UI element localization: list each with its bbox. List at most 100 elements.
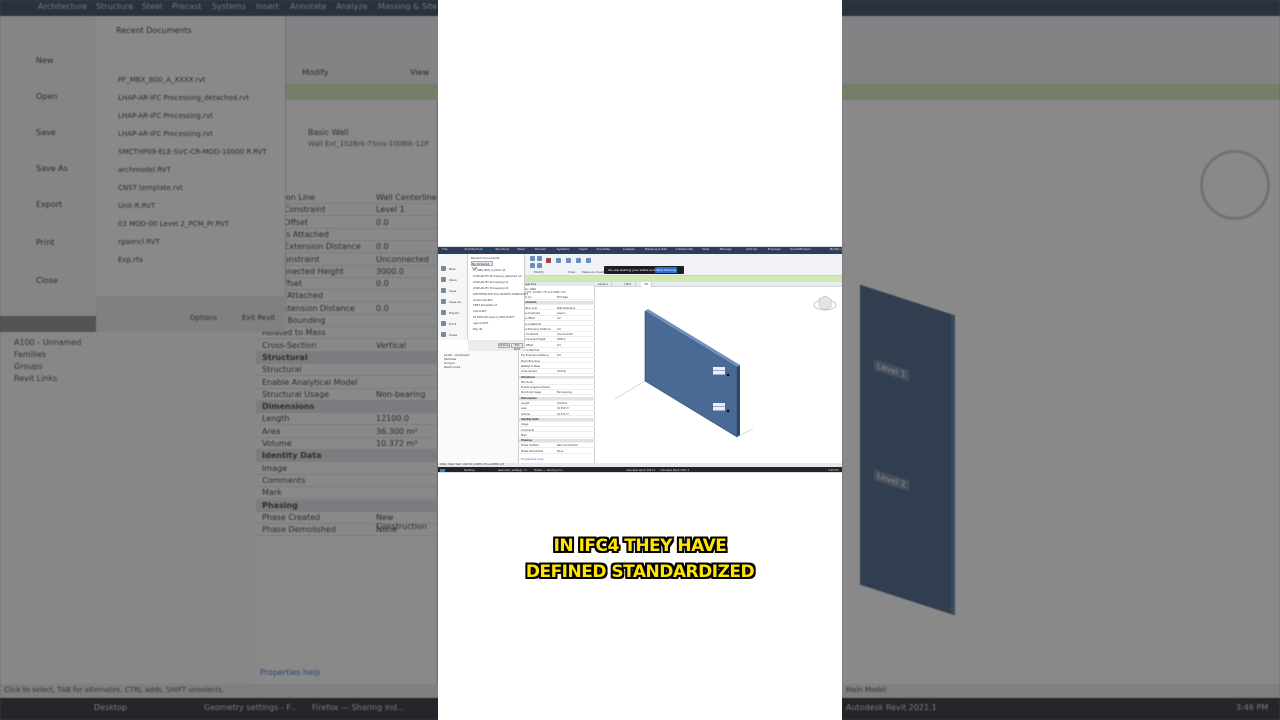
property-row[interactable]: Top Offset 0.0 [519, 344, 596, 348]
align-icon[interactable] [537, 263, 542, 268]
3d-view[interactable]: Level 1 {3D} 3D [595, 282, 842, 463]
recent-file-item[interactable]: rgaoncl.RVT [473, 322, 488, 325]
recent-file-item[interactable]: LHAP-AR-IFC Processing_detached.rvt [473, 275, 522, 278]
file-menu-item-export[interactable]: Export [440, 308, 466, 317]
ribbon-tab[interactable]: Steel [517, 247, 525, 251]
ribbon-tab[interactable]: View [702, 247, 709, 251]
ribbon-tab[interactable]: Add-Ins [746, 247, 757, 251]
property-row[interactable]: Phase Demolished None [519, 450, 596, 454]
property-value[interactable]: 12100.0 [557, 402, 567, 405]
taskbar-item[interactable]: Autodesk Revit 2021.1 [626, 469, 655, 472]
property-row[interactable]: Area 36.300 m² [519, 407, 596, 412]
ribbon-tab[interactable]: Precast [535, 247, 546, 251]
property-row[interactable]: Image [519, 423, 596, 428]
taskbar-item[interactable]: Geometry settings - F... [498, 469, 528, 472]
recent-filter-dropdown[interactable]: By Ordered List [471, 261, 493, 270]
ribbon-tab[interactable]: Collaborate [676, 247, 693, 251]
property-row[interactable]: Enable Analytical Model [519, 386, 596, 390]
property-row[interactable]: Related to Mass [519, 365, 596, 369]
property-row[interactable]: Base Offset 0.0 [519, 317, 596, 322]
property-value[interactable]: Level 1 [557, 312, 566, 315]
ribbon-tab[interactable]: Enscape [768, 247, 781, 251]
move-icon[interactable] [556, 258, 561, 263]
viewcube-icon[interactable] [813, 295, 837, 311]
recent-file-item[interactable]: PF_MBX_B00_A_XXXX.rvt [473, 269, 505, 272]
property-value[interactable]: None [557, 450, 563, 453]
file-menu-item-open[interactable]: Open [440, 275, 466, 284]
property-value[interactable]: 0.0 [557, 328, 561, 331]
property-value[interactable]: New Construction [557, 444, 578, 447]
ribbon-tab[interactable]: Annotate [596, 247, 610, 251]
copy-icon[interactable] [566, 258, 571, 263]
exit-revit-button[interactable]: Exit Revit [511, 343, 523, 351]
property-row[interactable]: Base Extension Distance 0.0 [519, 328, 596, 332]
bg-property-label: Enable Analytical Model [262, 377, 358, 387]
property-row[interactable]: Unconnected Height 3000.0 [519, 338, 596, 343]
property-row[interactable]: Top Extension Distance 0.0 [519, 354, 596, 359]
property-value[interactable]: 36.300 m² [557, 407, 569, 410]
recent-file-item[interactable]: Unit-R.RVT [473, 310, 487, 313]
property-row[interactable]: Volume 10.372 m³ [519, 413, 596, 417]
paste-icon[interactable] [537, 256, 542, 261]
ribbon-tab[interactable]: Analyze [623, 247, 635, 251]
mirror-icon[interactable] [576, 258, 581, 263]
property-value[interactable]: Non-bearing [557, 391, 572, 394]
file-tab[interactable]: File [442, 247, 447, 251]
property-row[interactable]: Cross-Section Vertical [519, 370, 596, 375]
ribbon-tab[interactable]: Quantification [790, 247, 811, 251]
ribbon-tab[interactable]: Architecture [464, 247, 482, 251]
taskbar-item[interactable]: Autodesk Revit 2021.1 [660, 469, 689, 472]
property-value[interactable]: 10.372 m³ [557, 413, 569, 416]
property-row[interactable]: Top is Attached [519, 349, 596, 353]
property-row[interactable]: Comments [519, 429, 596, 433]
property-value[interactable]: Vertical [557, 370, 566, 373]
file-menu-item-close[interactable]: Close [440, 330, 466, 339]
property-row[interactable]: Location Line Wall Centerline [519, 307, 596, 311]
property-row[interactable]: Base is Attached [519, 323, 596, 327]
property-row[interactable]: Structural Usage Non-bearing [519, 391, 596, 396]
recent-file-item[interactable]: SMCTHP09-ELE-SVC-CR-MOD-10000 R.RVT [473, 293, 528, 296]
property-row[interactable]: Walls (1) Edit Type [519, 296, 596, 300]
taskbar-item[interactable]: Firefox — Sharing ind... [534, 469, 564, 472]
modify-icon[interactable] [530, 256, 535, 261]
recent-file-item[interactable]: archmodel.RVT [473, 299, 493, 302]
property-value[interactable]: 0.0 [557, 354, 561, 357]
options-button[interactable]: Options [498, 343, 510, 348]
ribbon-tab[interactable]: Structure [495, 247, 509, 251]
property-row[interactable]: Room Bounding [519, 360, 596, 364]
recent-file-item[interactable]: Exp.rfa [473, 328, 482, 331]
delete-icon[interactable] [546, 258, 551, 263]
property-value[interactable]: 3000.0 [557, 338, 565, 341]
recent-file-item[interactable]: LHAP-AR-IFC Processing.rvt [473, 287, 508, 290]
ribbon-tab[interactable]: Systems [557, 247, 570, 251]
file-menu-item-save[interactable]: Save [440, 286, 466, 295]
ribbon-tab[interactable]: Massing & Site [645, 247, 667, 251]
windows-start-icon[interactable] [440, 468, 445, 472]
file-menu-item-new[interactable]: New [440, 264, 466, 273]
property-value[interactable]: 0.0 [557, 317, 561, 320]
rotate-icon[interactable] [530, 263, 535, 268]
file-menu-item-save-as[interactable]: Save As [440, 297, 466, 306]
taskbar-item[interactable]: Desktop [464, 469, 475, 472]
property-row[interactable]: Top Constraint Unconnected [519, 333, 596, 337]
property-row[interactable]: Mark [519, 434, 596, 438]
browser-item[interactable]: Revit Links [444, 365, 460, 369]
property-value[interactable]: Wall Centerline [557, 307, 575, 310]
array-icon[interactable] [586, 258, 591, 263]
file-menu-item-print[interactable]: Print [440, 319, 466, 328]
property-row[interactable]: Structural [519, 381, 596, 385]
property-row[interactable]: Base Constraint Level 1 [519, 312, 596, 316]
recent-file-item[interactable]: 03 MOD-00 Level 2_PCM_Pr.RVT [473, 316, 514, 319]
ribbon-tab[interactable]: Insert [579, 247, 588, 251]
ribbon-tab[interactable]: Modify | Walls [830, 247, 842, 251]
ribbon-tab[interactable]: Manage [720, 247, 732, 251]
property-row[interactable]: Length 12100.0 [519, 402, 596, 406]
properties-help-link[interactable]: Properties help [521, 457, 544, 461]
property-value[interactable]: Edit Type [557, 296, 568, 299]
property-value[interactable]: 0.0 [557, 344, 561, 347]
property-row[interactable]: Phase Created New Construction [519, 444, 596, 449]
recent-file-item[interactable]: LHAP-AR-IFC Processing.rvt [473, 281, 508, 284]
stop-sharing-button[interactable]: Stop Sharing [655, 267, 677, 273]
recent-file-item[interactable]: CNST template.rvt [473, 304, 497, 307]
property-value[interactable]: Unconnected [557, 333, 573, 336]
